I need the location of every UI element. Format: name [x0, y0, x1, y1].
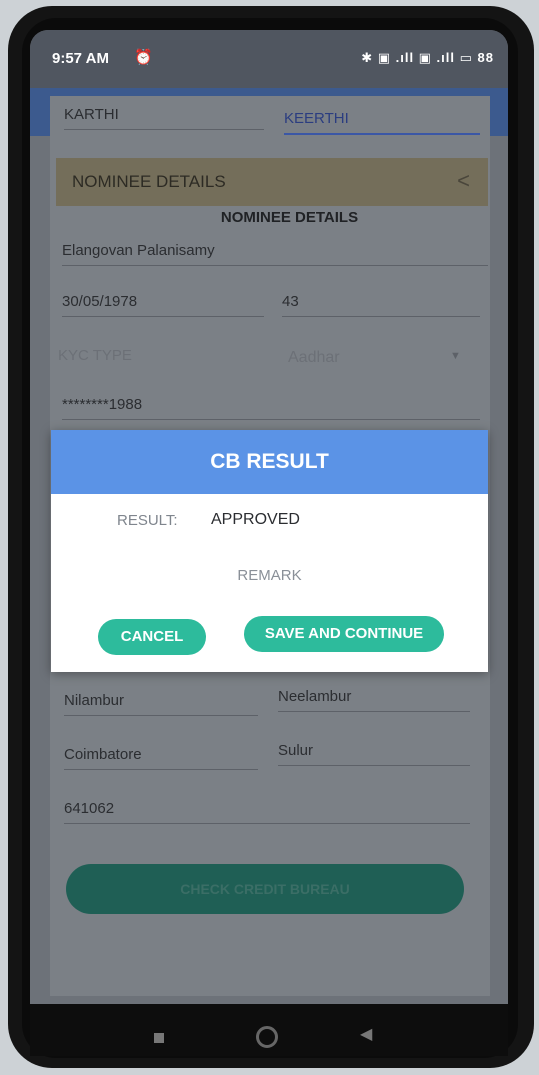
taluk-field[interactable]: Sulur — [278, 742, 470, 766]
city-field[interactable]: Coimbatore — [64, 746, 258, 770]
dropdown-arrow-icon[interactable]: ▼ — [450, 350, 461, 362]
cb-result-dialog: CB RESULT RESULT: APPROVED REMARK CANCEL… — [51, 430, 488, 672]
kyc-type-label: KYC TYPE — [58, 347, 132, 364]
kyc-type-select[interactable]: Aadhar — [288, 349, 438, 372]
nominee-name-field[interactable]: Elangovan Palanisamy — [62, 242, 488, 266]
dialog-title: CB RESULT — [51, 430, 488, 494]
status-bar: 9:57 AM ⏰ ✱ ▣ .ıll ▣ .ıll ▭ 88 — [30, 30, 508, 88]
back-icon[interactable]: ◀ — [360, 1024, 372, 1044]
nominee-age-field[interactable]: 43 — [282, 293, 480, 317]
signal-battery-icons: ✱ ▣ .ıll ▣ .ıll ▭ — [361, 50, 473, 65]
nominee-section-header[interactable]: NOMINEE DETAILS < — [56, 158, 488, 206]
status-icons: ✱ ▣ .ıll ▣ .ıll ▭ 88 — [361, 50, 494, 66]
status-time: 9:57 AM — [52, 50, 109, 67]
cancel-button[interactable]: CANCEL — [98, 619, 206, 655]
first-name-field[interactable]: KARTHI — [64, 106, 264, 130]
result-label: RESULT: — [117, 512, 178, 529]
nominee-heading: NOMINEE DETAILS — [220, 209, 359, 226]
remark-label: REMARK — [237, 567, 302, 584]
alarm-clock-icon: ⏰ — [134, 49, 153, 66]
result-value: APPROVED — [211, 511, 300, 528]
check-credit-bureau-button[interactable]: CHECK CREDIT BUREAU — [66, 864, 464, 914]
chevron-left-icon: < — [457, 168, 470, 193]
place-field-2[interactable]: Neelambur — [278, 688, 470, 712]
nominee-dob-field[interactable]: 30/05/1978 — [62, 293, 264, 317]
home-icon[interactable] — [256, 1026, 278, 1048]
battery-percent: 88 — [477, 50, 494, 65]
recent-apps-icon[interactable] — [154, 1033, 164, 1043]
save-and-continue-button[interactable]: SAVE AND CONTINUE — [244, 616, 444, 652]
kyc-number-field[interactable]: ********1988 — [62, 396, 480, 420]
place-field-1[interactable]: Nilambur — [64, 692, 258, 716]
second-name-field[interactable]: KEERTHI — [284, 110, 480, 135]
pincode-field[interactable]: 641062 — [64, 800, 470, 824]
section-title: NOMINEE DETAILS — [72, 172, 226, 191]
